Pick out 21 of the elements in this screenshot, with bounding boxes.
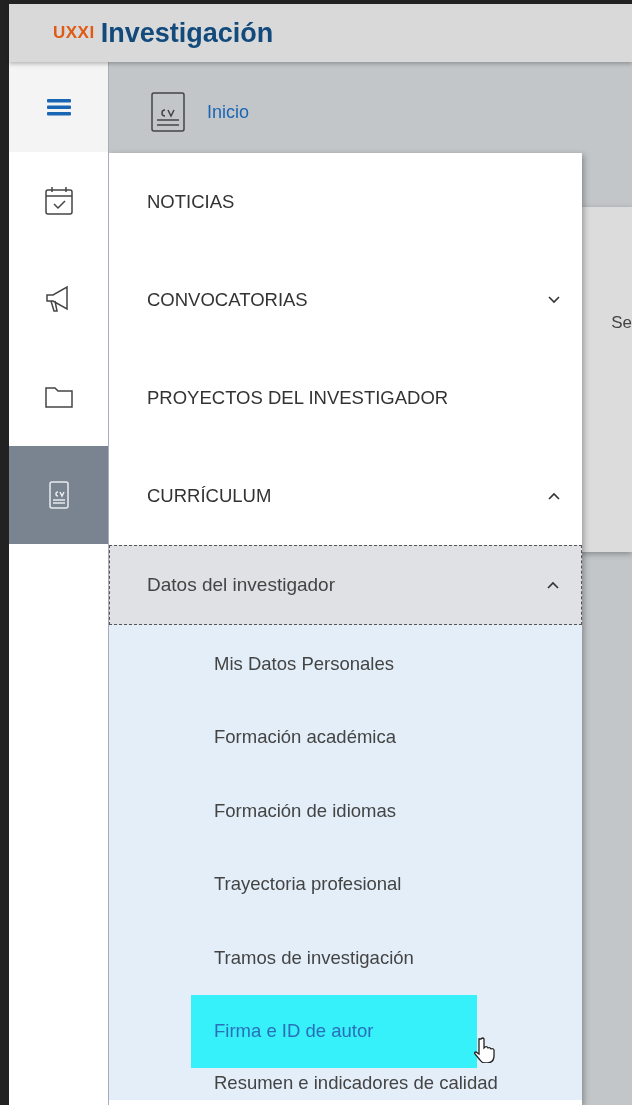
menu-icon [46, 98, 71, 116]
submenu-link[interactable]: Firma e ID de autor [191, 994, 477, 1068]
submenu-link[interactable]: Resumen e indicadores de calidad [191, 1068, 521, 1100]
submenu-link[interactable]: Formación académica [191, 700, 477, 774]
menu-item[interactable]: NOTICIAS [109, 153, 582, 251]
calendar-icon [42, 185, 75, 217]
logo-prefix: UXXI [53, 22, 95, 45]
hand-cursor-icon [474, 1037, 496, 1063]
submenu-link[interactable]: Formación de idiomas [191, 774, 477, 848]
content-text: Se [611, 312, 632, 334]
submenu-link[interactable]: Mis Datos Personales [191, 627, 477, 701]
menu-button[interactable] [9, 62, 108, 152]
submenu-link[interactable]: Tramos de investigación [191, 921, 477, 995]
menu-item[interactable]: CONVOCATORIAS [109, 251, 582, 349]
cv-document-icon [151, 92, 185, 132]
menu-item[interactable]: CURRÍCULUM [109, 447, 582, 545]
submenu-link[interactable]: Trayectoria profesional [191, 847, 477, 921]
app-title: Investigación [100, 16, 274, 50]
sidebar-item[interactable] [9, 446, 108, 544]
menu-item[interactable]: PROYECTOS DEL INVESTIGADOR [109, 349, 582, 447]
submenu-item[interactable]: Datos del investigador [109, 545, 582, 625]
